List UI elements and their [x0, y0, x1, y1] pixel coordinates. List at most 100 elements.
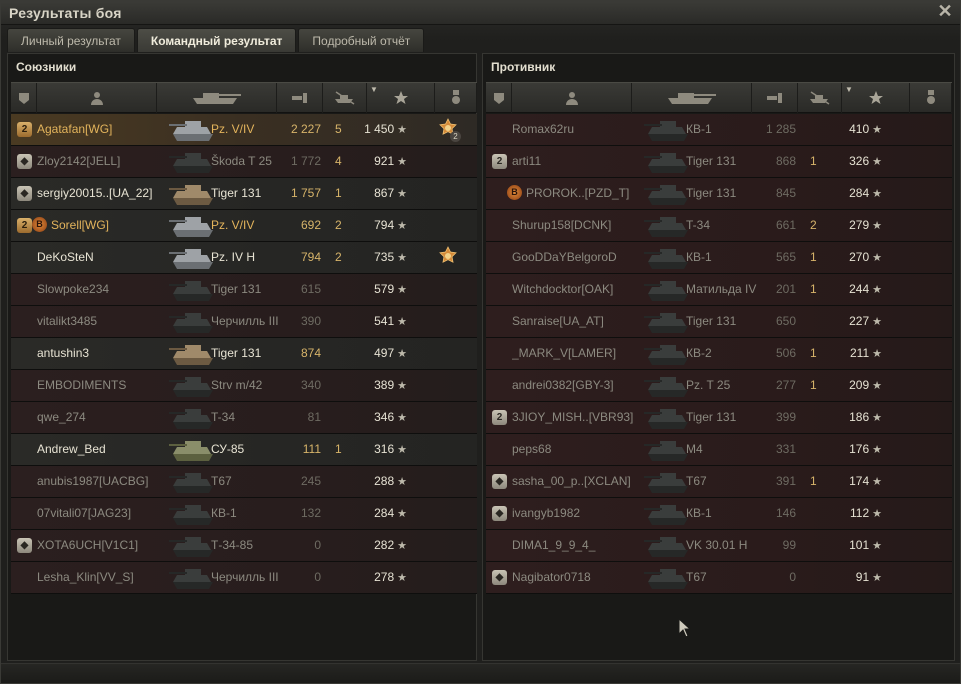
player-row[interactable]: 2 3JIOY_MISH..[VBR93] Tiger 131 399 186 ★	[486, 402, 952, 434]
damage-column-header[interactable]	[752, 83, 798, 113]
player-row[interactable]: Witchdocktor[OAK] Матильда IV 201 1 244 ★	[486, 274, 952, 306]
xp-value: 244 ★	[834, 274, 882, 305]
player-row[interactable]: Andrew_Bed СУ-85 111 1 316 ★	[11, 434, 477, 466]
tank-name: Черчилль III	[211, 314, 279, 328]
player-row[interactable]: ◆ Nagibator0718 T67 0 91 ★	[486, 562, 952, 594]
xp-number: 112	[849, 506, 870, 520]
player-name: DIMA1_9_9_4_	[512, 538, 596, 552]
star-icon: ★	[872, 188, 882, 200]
player-row[interactable]: EMBODIMENTS Strv m/42 340 389 ★	[11, 370, 477, 402]
allies-title: Союзники	[16, 60, 77, 74]
player-name: peps68	[512, 442, 552, 456]
tank-column-header[interactable]	[632, 83, 752, 113]
close-icon[interactable]: ✕	[936, 2, 954, 20]
player-row[interactable]: ◆ XOTA6UCH[V1C1] Т-34-85 0 282 ★	[11, 530, 477, 562]
player-name: arti11	[512, 154, 542, 168]
player-row[interactable]: ◆ Zloy2142[JELL] Škoda T 25 1 772 4 921 ★	[11, 146, 477, 178]
tank-name: T67	[211, 474, 232, 488]
player-row[interactable]: Romax62ru КВ-1 1 285 410 ★	[486, 114, 952, 146]
player-row[interactable]: anubis1987[UACBG] T67 245 288 ★	[11, 466, 477, 498]
tab-personal[interactable]: Личный результат	[7, 28, 135, 52]
xp-value: 389 ★	[359, 370, 407, 401]
player-column-header[interactable]	[37, 83, 157, 113]
player-name: Witchdocktor[OAK]	[512, 282, 614, 296]
tank-name: Черчилль III	[211, 570, 279, 584]
star-icon: ★	[872, 220, 882, 232]
xp-number: 211	[849, 346, 870, 360]
player-row[interactable]: vitalikt3485 Черчилль III 390 541 ★	[11, 306, 477, 338]
kills-column-header[interactable]	[798, 83, 842, 113]
star-icon: ★	[872, 124, 882, 136]
player-row[interactable]: 2 arti11 Tiger 131 868 1 326 ★	[486, 146, 952, 178]
star-icon: ★	[397, 540, 407, 552]
damage-value: 390	[300, 314, 321, 328]
damage-value: 0	[789, 570, 796, 584]
player-name: Agatafan[WG]	[37, 122, 113, 136]
xp-number: 410	[849, 122, 870, 136]
kills-column-header[interactable]	[323, 83, 367, 113]
achievements-column-header[interactable]	[435, 83, 477, 113]
xp-number: 579	[374, 282, 395, 296]
damage-column-header[interactable]	[277, 83, 323, 113]
tank-name: Pz. T 25	[686, 378, 731, 392]
player-row[interactable]: DIMA1_9_9_4_ VK 30.01 H 99 101 ★	[486, 530, 952, 562]
player-row[interactable]: Shurup158[DCNK] T-34 661 2 279 ★	[486, 210, 952, 242]
badge-column-header[interactable]	[11, 83, 37, 113]
tab-detailed[interactable]: Подробный отчёт	[298, 28, 425, 52]
star-icon: ★	[397, 124, 407, 136]
player-row[interactable]: Lesha_Klin[VV_S] Черчилль III 0 278 ★	[11, 562, 477, 594]
tank-name: КВ-1	[686, 122, 712, 136]
tank-name: Tiger 131	[686, 410, 737, 424]
damage-value: 506	[775, 346, 796, 360]
tank-name: M4	[686, 442, 703, 456]
xp-column-icon	[393, 90, 409, 106]
player-row[interactable]: 2 B Sorell[WG] Pz. V/IV 692 2 794 ★	[11, 210, 477, 242]
player-row[interactable]: Sanraise[UA_AT] Tiger 131 650 227 ★	[486, 306, 952, 338]
xp-value: 541 ★	[359, 306, 407, 337]
player-row[interactable]: qwe_274 T-34 81 346 ★	[11, 402, 477, 434]
enemies-title: Противник	[491, 60, 556, 74]
kills-value	[810, 434, 830, 465]
xp-value: 316 ★	[359, 434, 407, 465]
tank-name: T-34	[686, 218, 711, 232]
kills-value	[810, 562, 830, 593]
player-row[interactable]: andrei0382[GBY-3] Pz. T 25 277 1 209 ★	[486, 370, 952, 402]
xp-number: 284	[374, 506, 395, 520]
tank-name: Pz. V/IV	[211, 122, 255, 136]
tank-name: T67	[686, 474, 707, 488]
kills-value	[810, 498, 830, 529]
damage-value: 2 227	[290, 122, 321, 136]
star-icon: ★	[397, 572, 407, 584]
player-row[interactable]: peps68 M4 331 176 ★	[486, 434, 952, 466]
shield-badge-icon: ◆	[492, 506, 507, 521]
player-row[interactable]: Slowpoke234 Tiger 131 615 579 ★	[11, 274, 477, 306]
player-row[interactable]: 2 Agatafan[WG] Pz. V/IV 2 227 5 1 450 ★ 2	[11, 114, 477, 146]
tank-name: T67	[686, 570, 707, 584]
star-icon: ★	[872, 316, 882, 328]
star-icon: ★	[872, 284, 882, 296]
player-row[interactable]: ◆ sasha_00_p..[XCLAN] T67 391 1 174 ★	[486, 466, 952, 498]
tab-team[interactable]: Командный результат	[136, 28, 297, 52]
tank-name: Škoda T 25	[211, 154, 272, 168]
player-row[interactable]: ◆ sergiy20015..[UA_22] Tiger 131 1 757 1 867 ★	[11, 178, 477, 210]
player-row[interactable]: 07vitali07[JAG23] КВ-1 132 284 ★	[11, 498, 477, 530]
tank-column-header[interactable]	[157, 83, 277, 113]
player-row[interactable]: antushin3 Tiger 131 874 497 ★	[11, 338, 477, 370]
shield-badge-icon: ◆	[492, 570, 507, 585]
xp-column-header[interactable]: ▼	[842, 83, 910, 113]
tank-name: T-34	[211, 410, 236, 424]
star-icon: ★	[397, 156, 407, 168]
player-row[interactable]: DeKoSteN Pz. IV H 794 2 735 ★	[11, 242, 477, 274]
xp-value: 101 ★	[834, 530, 882, 561]
player-row[interactable]: B PROROK..[PZD_T] Tiger 131 845 284 ★	[486, 178, 952, 210]
star-icon: ★	[872, 252, 882, 264]
achievements-column-header[interactable]	[910, 83, 952, 113]
xp-column-header[interactable]: ▼	[367, 83, 435, 113]
player-column-header[interactable]	[512, 83, 632, 113]
badge-column-icon	[492, 91, 506, 105]
badge-column-header[interactable]	[486, 83, 512, 113]
player-row[interactable]: _MARK_V[LAMER] КВ-2 506 1 211 ★	[486, 338, 952, 370]
tank-name: КВ-1	[686, 250, 712, 264]
player-row[interactable]: GooDDaYBelgoroD КВ-1 565 1 270 ★	[486, 242, 952, 274]
player-row[interactable]: ◆ ivangyb1982 КВ-1 146 112 ★	[486, 498, 952, 530]
